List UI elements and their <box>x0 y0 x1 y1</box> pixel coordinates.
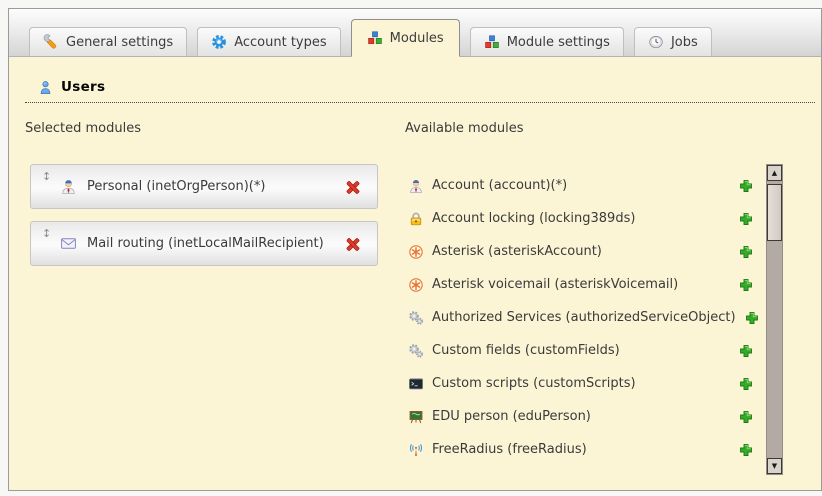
section-title: Users <box>61 79 105 95</box>
red-x-remove-icon[interactable] <box>344 179 362 196</box>
available-modules-list: Account (account)(*) Account locking (lo… <box>408 169 754 466</box>
green-plus-add-icon[interactable] <box>738 178 754 194</box>
green-plus-add-icon[interactable] <box>738 343 754 359</box>
selected-modules-list: ↕ Personal (inetOrgPerson)(*) ↕ Mail rou… <box>30 164 378 278</box>
modules-tab-content: Users Selected modules Available modules… <box>9 56 821 490</box>
scroll-up-icon[interactable]: ▲ <box>767 165 782 181</box>
gears-icon <box>408 310 424 326</box>
tab-label: Modules <box>390 31 444 46</box>
blue-user-icon <box>38 80 53 95</box>
available-module-row-freeradius: FreeRadius (freeRadius) <box>408 433 754 466</box>
tab-bar: General settings Account types Modules M… <box>9 9 821 56</box>
drag-vertical-icon[interactable]: ↕ <box>42 171 51 182</box>
terminal-icon <box>408 376 424 392</box>
available-module-row-account: Account (account)(*) <box>408 169 754 202</box>
available-module-label: Account (account)(*) <box>432 178 730 193</box>
antenna-icon <box>408 442 424 458</box>
available-module-label: EDU person (eduPerson) <box>432 409 730 424</box>
available-module-row-account-locking: Account locking (locking389ds) <box>408 202 754 235</box>
available-module-row-authorized-services: Authorized Services (authorizedServiceOb… <box>408 301 754 334</box>
scrollbar-thumb[interactable] <box>767 184 782 241</box>
green-plus-add-icon[interactable] <box>738 244 754 260</box>
lam-config-window: General settings Account types Modules M… <box>8 8 822 491</box>
clock-icon <box>648 34 664 50</box>
envelope-icon <box>60 235 77 252</box>
padlock-icon <box>408 211 424 227</box>
person-icon <box>60 178 77 195</box>
green-plus-add-icon[interactable] <box>738 277 754 293</box>
available-module-label: Custom fields (customFields) <box>432 343 730 358</box>
tab-label: Jobs <box>671 35 698 50</box>
available-module-row-edu-person: EDU person (eduPerson) <box>408 400 754 433</box>
tab-label: Module settings <box>507 35 610 50</box>
selected-module-row-personal: ↕ Personal (inetOrgPerson)(*) <box>30 164 378 209</box>
asterisk-icon <box>408 277 424 293</box>
tab-account-types[interactable]: Account types <box>197 27 340 57</box>
available-module-label: Authorized Services (authorizedServiceOb… <box>432 310 736 325</box>
gears-icon <box>408 343 424 359</box>
green-plus-add-icon[interactable] <box>738 442 754 458</box>
blue-gear-icon <box>211 34 227 50</box>
available-module-label: Asterisk voicemail (asteriskVoicemail) <box>432 277 730 292</box>
green-plus-add-icon[interactable] <box>738 211 754 227</box>
available-modules-scrollbar[interactable]: ▲ ▼ <box>766 164 783 475</box>
tab-label: Account types <box>234 35 326 50</box>
available-module-row-asterisk-voicemail: Asterisk voicemail (asteriskVoicemail) <box>408 268 754 301</box>
available-module-row-custom-fields: Custom fields (customFields) <box>408 334 754 367</box>
selected-module-label: Personal (inetOrgPerson)(*) <box>87 179 265 194</box>
selected-module-label: Mail routing (inetLocalMailRecipient) <box>87 236 324 251</box>
tab-modules[interactable]: Modules <box>351 19 460 57</box>
available-module-label: Account locking (locking389ds) <box>432 211 730 226</box>
available-module-row-custom-scripts: Custom scripts (customScripts) <box>408 367 754 400</box>
selected-module-row-mail-routing: ↕ Mail routing (inetLocalMailRecipient) <box>30 221 378 266</box>
available-modules-heading: Available modules <box>405 121 523 136</box>
tab-label: General settings <box>66 35 173 50</box>
tab-module-settings[interactable]: Module settings <box>470 27 624 57</box>
chalkboard-icon <box>408 409 424 425</box>
available-module-label: FreeRadius (freeRadius) <box>432 442 730 457</box>
green-plus-add-icon[interactable] <box>744 310 760 326</box>
tab-general-settings[interactable]: General settings <box>29 27 187 57</box>
green-plus-add-icon[interactable] <box>738 376 754 392</box>
modules-cubes-icon <box>484 34 500 50</box>
scroll-down-icon[interactable]: ▼ <box>767 458 782 474</box>
person-icon <box>408 178 424 194</box>
available-module-row-asterisk: Asterisk (asteriskAccount) <box>408 235 754 268</box>
available-module-label: Custom scripts (customScripts) <box>432 376 730 391</box>
tab-jobs[interactable]: Jobs <box>634 27 712 57</box>
available-module-label: Asterisk (asteriskAccount) <box>432 244 730 259</box>
drag-vertical-icon[interactable]: ↕ <box>42 228 51 239</box>
green-plus-add-icon[interactable] <box>738 409 754 425</box>
asterisk-icon <box>408 244 424 260</box>
users-section-header: Users <box>25 79 815 103</box>
selected-modules-heading: Selected modules <box>25 121 141 136</box>
red-x-remove-icon[interactable] <box>344 236 362 253</box>
modules-cubes-icon <box>367 30 383 46</box>
wrench-icon <box>43 34 59 50</box>
